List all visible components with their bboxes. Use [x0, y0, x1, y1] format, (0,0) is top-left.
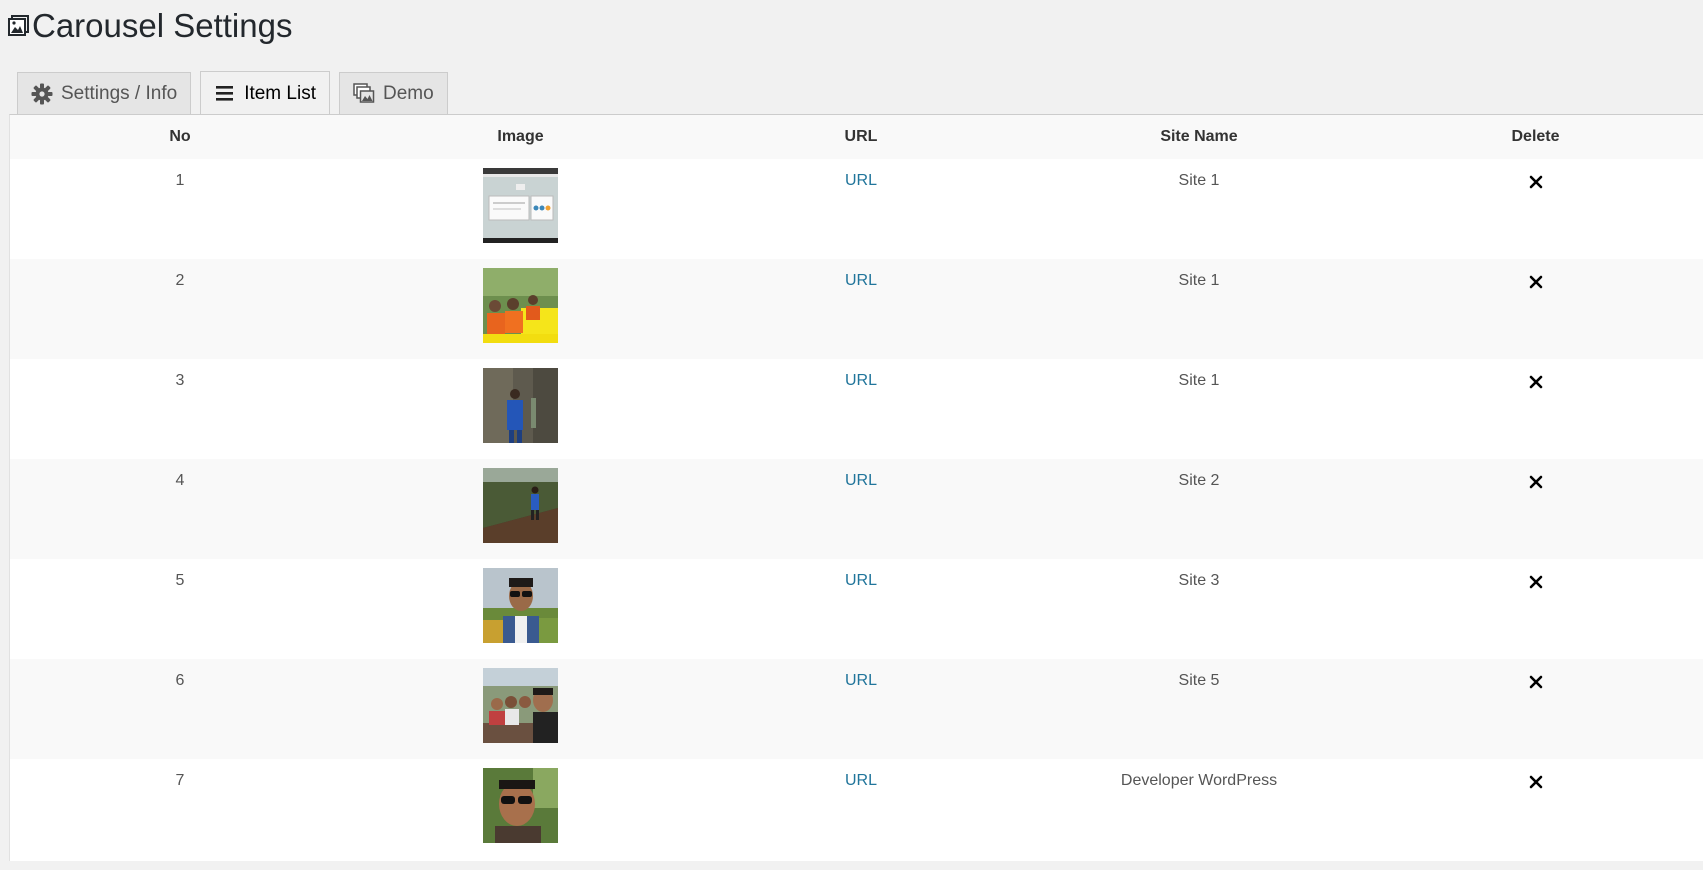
page-header: Carousel Settings: [8, 4, 292, 48]
item-thumbnail[interactable]: [483, 768, 558, 843]
page-title: Carousel Settings: [32, 7, 293, 44]
item-url-link[interactable]: URL: [845, 272, 877, 289]
table-row: 5 URL Site 3: [10, 559, 1703, 659]
table-row: 4 URL Site 2: [10, 459, 1703, 559]
site-name: Site 1: [1031, 159, 1367, 259]
item-list-panel: No Image URL Site Name Delete 1 URL Site…: [9, 114, 1703, 861]
tab-label: Demo: [383, 83, 434, 104]
row-number: 4: [10, 459, 350, 559]
tab-label: Settings / Info: [61, 83, 178, 104]
table-row: 7 URL Developer WordPress: [10, 759, 1703, 859]
tab-demo[interactable]: Demo: [339, 72, 448, 115]
table-header-row: No Image URL Site Name Delete: [10, 115, 1703, 159]
delete-icon[interactable]: [1529, 575, 1543, 589]
column-header-delete: Delete: [1367, 115, 1703, 159]
site-name: Developer WordPress: [1031, 759, 1367, 859]
column-header-image: Image: [350, 115, 691, 159]
item-url-link[interactable]: URL: [845, 172, 877, 189]
item-thumbnail[interactable]: [483, 168, 558, 243]
table-row: 2 URL Site 1: [10, 259, 1703, 359]
item-url-link[interactable]: URL: [845, 472, 877, 489]
item-thumbnail[interactable]: [483, 568, 558, 643]
row-number: 7: [10, 759, 350, 859]
row-number: 2: [10, 259, 350, 359]
delete-icon[interactable]: [1529, 175, 1543, 189]
delete-icon[interactable]: [1529, 675, 1543, 689]
tab-item-list[interactable]: Item List: [200, 71, 330, 116]
row-number: 6: [10, 659, 350, 759]
images-icon: [353, 83, 375, 105]
list-icon: [214, 83, 236, 105]
row-number: 5: [10, 559, 350, 659]
item-thumbnail[interactable]: [483, 268, 558, 343]
site-name: Site 5: [1031, 659, 1367, 759]
column-header-no: No: [10, 115, 350, 159]
gear-icon: [31, 83, 53, 105]
delete-icon[interactable]: [1529, 775, 1543, 789]
item-thumbnail[interactable]: [483, 668, 558, 743]
site-name: Site 1: [1031, 359, 1367, 459]
item-url-link[interactable]: URL: [845, 672, 877, 689]
table-row: 1 URL Site 1: [10, 159, 1703, 259]
item-url-link[interactable]: URL: [845, 572, 877, 589]
item-table: No Image URL Site Name Delete 1 URL Site…: [10, 115, 1703, 859]
item-url-link[interactable]: URL: [845, 772, 877, 789]
item-thumbnail[interactable]: [483, 468, 558, 543]
carousel-images-icon: [8, 15, 30, 37]
item-thumbnail[interactable]: [483, 368, 558, 443]
tab-label: Item List: [244, 82, 316, 104]
delete-icon[interactable]: [1529, 375, 1543, 389]
table-row: 6 URL Site 5: [10, 659, 1703, 759]
site-name: Site 2: [1031, 459, 1367, 559]
row-number: 3: [10, 359, 350, 459]
item-url-link[interactable]: URL: [845, 372, 877, 389]
tab-settings-info[interactable]: Settings / Info: [17, 72, 192, 115]
delete-icon[interactable]: [1529, 475, 1543, 489]
column-header-url: URL: [691, 115, 1031, 159]
column-header-site-name: Site Name: [1031, 115, 1367, 159]
tab-bar: Settings / Info Item List Demo: [17, 70, 457, 116]
site-name: Site 3: [1031, 559, 1367, 659]
site-name: Site 1: [1031, 259, 1367, 359]
table-row: 3 URL Site 1: [10, 359, 1703, 459]
delete-icon[interactable]: [1529, 275, 1543, 289]
row-number: 1: [10, 159, 350, 259]
